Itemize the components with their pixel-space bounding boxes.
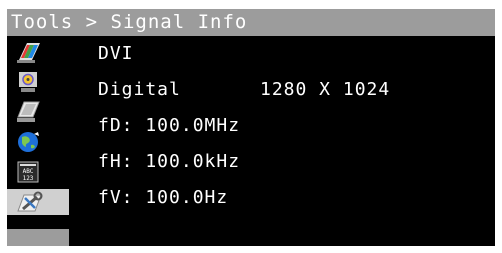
- svg-text:123: 123: [23, 175, 34, 182]
- tools-icon[interactable]: [7, 189, 69, 215]
- vertical-frequency: fV: 100.0Hz: [98, 187, 229, 208]
- menu-title: Tools > Signal Info: [11, 11, 248, 33]
- color-icon[interactable]: [13, 40, 43, 63]
- osd-settings-icon[interactable]: ABC 123: [13, 160, 43, 183]
- dot-clock: fD: 100.0MHz: [98, 115, 241, 136]
- svg-text:ABC: ABC: [23, 168, 34, 175]
- osd-window: Tools > Signal Info ABC 123 DVI Digital …: [7, 9, 495, 246]
- signal-type: Digital: [98, 79, 181, 100]
- power-manager-icon[interactable]: [13, 100, 43, 122]
- input-name: DVI: [98, 43, 134, 64]
- resolution: 1280 X 1024: [260, 79, 391, 100]
- title-bar: Tools > Signal Info: [7, 9, 495, 36]
- horizontal-frequency: fH: 100.0kHz: [98, 151, 241, 172]
- language-icon[interactable]: [13, 130, 43, 152]
- sidebar: ABC 123: [7, 36, 69, 246]
- sidebar-footer: [7, 229, 69, 246]
- screen-icon[interactable]: [13, 70, 43, 92]
